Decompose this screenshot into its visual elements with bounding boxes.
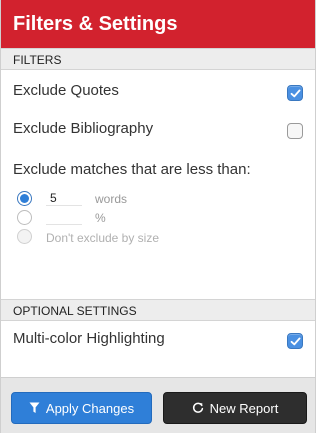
panel-footer: Apply Changes New Report xyxy=(1,377,315,433)
new-report-label: New Report xyxy=(209,400,279,416)
filters-settings-panel: Filters & Settings FILTERS Exclude Quote… xyxy=(0,0,316,433)
percent-input[interactable] xyxy=(46,209,82,225)
new-report-button[interactable]: New Report xyxy=(163,392,307,424)
exclude-bibliography-checkbox[interactable] xyxy=(287,123,303,139)
exclude-by-percent-radio[interactable] xyxy=(17,210,32,225)
multi-color-highlighting-checkbox[interactable] xyxy=(287,333,303,349)
multi-color-highlighting-label: Multi-color Highlighting xyxy=(13,330,165,347)
exclude-bibliography-label: Exclude Bibliography xyxy=(13,120,154,137)
percent-unit-label: % xyxy=(95,211,106,225)
exclude-matches-label: Exclude matches that are less than: xyxy=(13,161,251,178)
optional-settings-section-header: OPTIONAL SETTINGS xyxy=(1,299,315,321)
words-unit-label: words xyxy=(95,192,128,206)
filters-section-header: FILTERS xyxy=(1,48,315,70)
refresh-icon xyxy=(192,402,204,414)
apply-changes-button[interactable]: Apply Changes xyxy=(11,392,152,424)
words-count-input[interactable] xyxy=(46,190,82,206)
filter-icon xyxy=(29,402,40,414)
checkmark-icon xyxy=(290,337,301,346)
panel-title: Filters & Settings xyxy=(1,0,315,48)
exclude-quotes-label: Exclude Quotes xyxy=(13,82,119,99)
no-size-exclusion-label: Don't exclude by size xyxy=(46,231,160,245)
exclude-by-words-radio[interactable] xyxy=(17,191,32,206)
no-size-exclusion-radio[interactable] xyxy=(17,229,32,244)
checkmark-icon xyxy=(290,89,301,98)
apply-changes-label: Apply Changes xyxy=(45,400,135,416)
exclude-quotes-checkbox[interactable] xyxy=(287,85,303,101)
